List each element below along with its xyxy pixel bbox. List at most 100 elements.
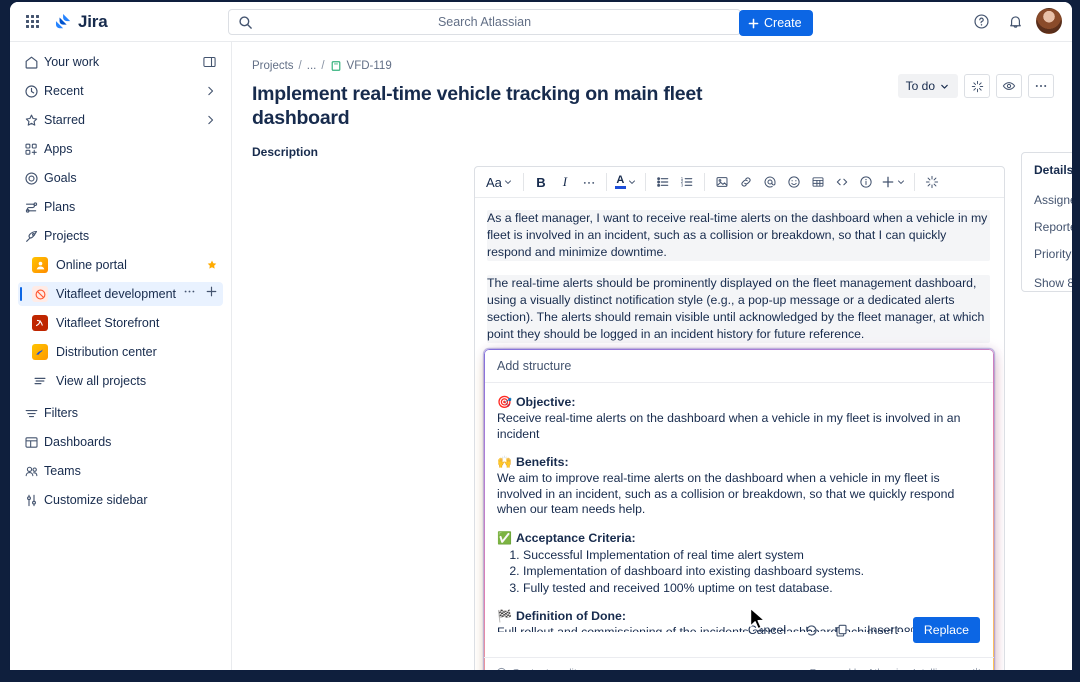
- ai-heading-text: Benefits:: [516, 455, 569, 469]
- emoji-icon[interactable]: [782, 170, 806, 194]
- show-more-fields-button[interactable]: Show 8 more fields: [1034, 274, 1072, 292]
- list-item: Fully tested and received 100% uptime on…: [523, 580, 981, 597]
- image-icon[interactable]: [710, 170, 734, 194]
- text-style-dropdown[interactable]: Aa: [481, 170, 518, 194]
- code-icon[interactable]: [830, 170, 854, 194]
- sidebar-label: Recent: [44, 84, 84, 98]
- bold-button[interactable]: B: [529, 170, 553, 194]
- insert-button[interactable]: Insert: [858, 617, 907, 643]
- sidebar-label: Starred: [44, 113, 85, 127]
- more-actions-icon[interactable]: [1028, 74, 1054, 98]
- star-filled-icon[interactable]: [206, 259, 218, 271]
- details-panel: Details Assignee Unassigned Reporter Bro…: [1021, 152, 1072, 292]
- numbered-list-icon[interactable]: 1 2 3: [675, 170, 699, 194]
- sidebar-item-customize-sidebar[interactable]: Customize sidebar: [18, 488, 223, 512]
- view-all-projects-label: View all projects: [56, 374, 146, 388]
- help-icon[interactable]: [966, 6, 996, 36]
- sidebar-project-vitafleet-development[interactable]: Vitafleet development: [18, 282, 223, 306]
- sidebar-label: Apps: [44, 142, 73, 156]
- sidebar-label: Plans: [44, 200, 75, 214]
- collapse-panel-icon[interactable]: [202, 55, 217, 70]
- details-title: Details: [1034, 163, 1072, 177]
- user-avatar[interactable]: [1036, 8, 1062, 34]
- toolbar-divider: [606, 173, 607, 191]
- jira-logo[interactable]: Jira: [54, 12, 107, 32]
- table-icon[interactable]: [806, 170, 830, 194]
- text-color-button[interactable]: A: [612, 170, 640, 194]
- sidebar-item-starred[interactable]: Starred: [18, 108, 223, 132]
- mention-icon[interactable]: [758, 170, 782, 194]
- add-project-item-icon[interactable]: [205, 285, 218, 303]
- sidebar-item-projects[interactable]: Projects: [18, 224, 223, 248]
- eye-watch-icon[interactable]: [996, 74, 1022, 98]
- link-icon[interactable]: [734, 170, 758, 194]
- sidebar-project-vitafleet-storefront[interactable]: Vitafleet Storefront: [18, 311, 223, 335]
- breadcrumb-ellipsis[interactable]: ...: [307, 60, 317, 72]
- info-icon: [496, 667, 507, 670]
- ai-panel-title: Add structure: [497, 359, 571, 373]
- description-paragraph: The real-time alerts should be prominent…: [487, 275, 990, 343]
- sidebar-project-distribution-center[interactable]: Distribution center: [18, 340, 223, 364]
- project-label: Distribution center: [56, 345, 157, 359]
- project-avatar-vitafleet-development: [32, 286, 48, 302]
- sidebar-project-online-portal[interactable]: Online portal: [18, 253, 223, 277]
- sidebar-item-dashboards[interactable]: Dashboards: [18, 430, 223, 454]
- retry-refresh-icon[interactable]: [798, 617, 825, 643]
- top-navigation-bar: Jira Search Atlassian Create: [10, 2, 1072, 42]
- breadcrumb-projects[interactable]: Projects: [252, 60, 294, 72]
- copy-icon[interactable]: [828, 617, 855, 643]
- search-icon: [238, 15, 253, 35]
- ai-suggestion-panel: Add structure 🎯 Objective: Receive real-…: [484, 349, 994, 670]
- content-quality-note: Content quality may vary: [496, 667, 628, 671]
- italic-button[interactable]: I: [553, 170, 577, 194]
- app-switcher-icon[interactable]: [16, 6, 48, 38]
- breadcrumb-separator: /: [321, 60, 324, 72]
- search-input[interactable]: Search Atlassian: [228, 9, 741, 35]
- ai-objective-body: Receive real-time alerts on the dashboar…: [497, 411, 981, 442]
- field-label: Reporter: [1034, 220, 1072, 234]
- project-label: Vitafleet development: [56, 287, 176, 301]
- sidebar-item-apps[interactable]: Apps: [18, 137, 223, 161]
- more-formatting-icon[interactable]: [577, 170, 601, 194]
- description-document[interactable]: As a fleet manager, I want to receive re…: [475, 198, 1004, 343]
- info-panel-icon[interactable]: [854, 170, 878, 194]
- sidebar-item-plans[interactable]: Plans: [18, 195, 223, 219]
- star-icon: [24, 113, 44, 128]
- sidebar-item-goals[interactable]: Goals: [18, 166, 223, 190]
- details-row-reporter: Reporter Brooke Hadwor: [1034, 214, 1072, 240]
- ai-panel-header: Add structure: [484, 349, 994, 383]
- sidebar-item-recent[interactable]: Recent: [18, 79, 223, 103]
- sidebar-item-teams[interactable]: Teams: [18, 459, 223, 483]
- details-row-priority: Priority High: [1034, 241, 1072, 267]
- sidebar-view-all-projects[interactable]: View all projects: [18, 369, 223, 393]
- customize-sidebar-icon: [24, 493, 44, 508]
- status-dropdown[interactable]: To do: [898, 74, 958, 98]
- list-item: Implementation of dashboard into existin…: [523, 563, 981, 580]
- breadcrumb: Projects / ... / VFD-119: [232, 42, 1072, 72]
- cancel-button[interactable]: Cancel: [739, 617, 795, 643]
- view-all-projects-icon: [32, 373, 48, 389]
- check-mark-emoji-icon: ✅: [497, 531, 512, 545]
- project-row-actions: [183, 285, 218, 303]
- project-label: Vitafleet Storefront: [56, 316, 159, 330]
- toolbar-divider: [914, 173, 915, 191]
- toolbar-divider: [523, 173, 524, 191]
- replace-button[interactable]: Replace: [913, 617, 980, 643]
- bullet-list-icon[interactable]: [651, 170, 675, 194]
- goals-target-icon: [24, 171, 44, 186]
- show-more-fields-label: Show 8 more fields: [1034, 276, 1072, 290]
- atlassian-intelligence-icon[interactable]: [964, 74, 990, 98]
- sidebar-item-your-work[interactable]: Your work: [18, 50, 223, 74]
- sidebar-item-filters[interactable]: Filters: [18, 401, 223, 425]
- more-actions-icon[interactable]: [183, 285, 196, 303]
- create-button[interactable]: Create: [739, 10, 813, 36]
- projects-rocket-icon: [24, 229, 44, 244]
- breadcrumb-issue-key[interactable]: VFD-119: [347, 60, 392, 72]
- bell-icon[interactable]: [1000, 6, 1030, 36]
- chevron-right-icon[interactable]: [204, 85, 217, 98]
- breadcrumb-separator: /: [299, 60, 302, 72]
- insert-plus-icon[interactable]: [878, 170, 909, 194]
- chevron-right-icon[interactable]: [204, 114, 217, 127]
- atlassian-intelligence-icon[interactable]: [920, 170, 944, 194]
- issue-header-actions: To do: [898, 74, 1054, 98]
